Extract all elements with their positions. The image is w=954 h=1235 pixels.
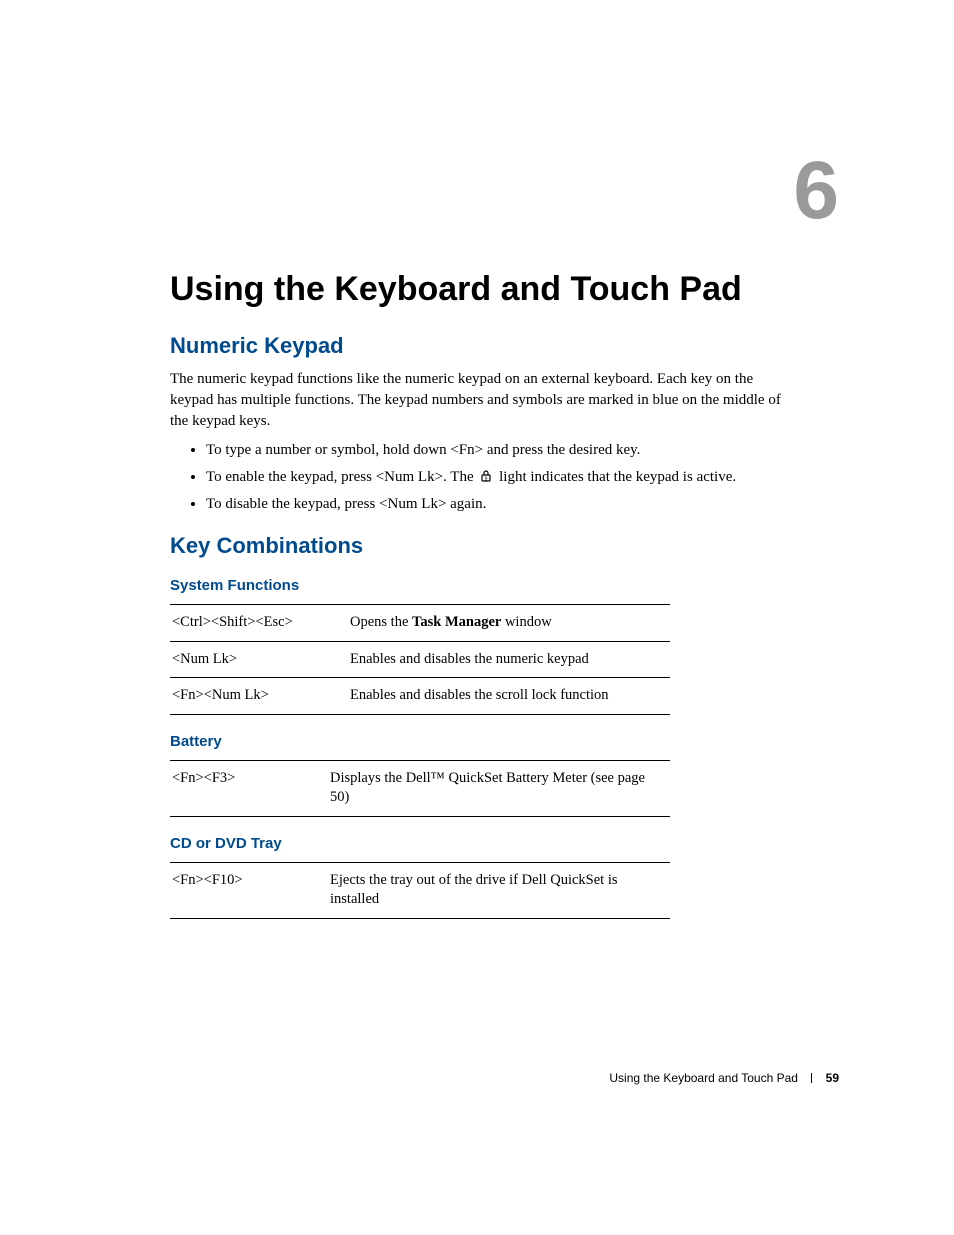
desc-bold: Task Manager — [412, 614, 501, 630]
svg-text:9: 9 — [485, 477, 488, 483]
section-heading-key-combinations: Key Combinations — [170, 533, 784, 559]
system-functions-table: <Ctrl><Shift><Esc> Opens the Task Manage… — [170, 604, 670, 715]
chapter-number: 6 — [793, 150, 839, 232]
subsection-heading-system-functions: System Functions — [170, 577, 784, 594]
table-row: <Fn><F3> Displays the Dell™ QuickSet Bat… — [170, 760, 670, 816]
page-footer: Using the Keyboard and Touch Pad 59 — [609, 1071, 839, 1085]
key-desc-cell: Opens the Task Manager window — [348, 605, 670, 642]
key-combo-cell: <Num Lk> — [170, 641, 348, 678]
key-desc-cell: Enables and disables the numeric keypad — [348, 641, 670, 678]
key-desc-cell: Displays the Dell™ QuickSet Battery Mete… — [328, 760, 670, 816]
table-row: <Fn><F10> Ejects the tray out of the dri… — [170, 862, 670, 918]
subsection-heading-cd-dvd: CD or DVD Tray — [170, 835, 784, 852]
table-row: <Fn><Num Lk> Enables and disables the sc… — [170, 678, 670, 715]
key-combo-cell: <Fn><F3> — [170, 760, 328, 816]
footer-separator — [811, 1073, 812, 1083]
list-item: To disable the keypad, press <Num Lk> ag… — [206, 494, 784, 515]
key-desc-cell: Enables and disables the scroll lock fun… — [348, 678, 670, 715]
list-item: To type a number or symbol, hold down <F… — [206, 440, 784, 461]
table-row: <Ctrl><Shift><Esc> Opens the Task Manage… — [170, 605, 670, 642]
desc-pre: Opens the — [350, 614, 412, 630]
bullet-text-pre: To enable the keypad, press <Num Lk>. Th… — [206, 469, 477, 485]
numlock-icon: 9 — [479, 469, 493, 483]
battery-table: <Fn><F3> Displays the Dell™ QuickSet Bat… — [170, 760, 670, 817]
cd-dvd-table: <Fn><F10> Ejects the tray out of the dri… — [170, 862, 670, 919]
numeric-keypad-intro: The numeric keypad functions like the nu… — [170, 369, 784, 432]
section-heading-numeric-keypad: Numeric Keypad — [170, 333, 784, 359]
table-row: <Num Lk> Enables and disables the numeri… — [170, 641, 670, 678]
desc-post: window — [501, 614, 551, 630]
list-item: To enable the keypad, press <Num Lk>. Th… — [206, 467, 784, 488]
footer-text: Using the Keyboard and Touch Pad — [609, 1071, 798, 1085]
key-desc-cell: Ejects the tray out of the drive if Dell… — [328, 862, 670, 918]
numeric-keypad-bullet-list: To type a number or symbol, hold down <F… — [170, 440, 784, 515]
key-combo-cell: <Ctrl><Shift><Esc> — [170, 605, 348, 642]
document-page: 6 Using the Keyboard and Touch Pad Numer… — [0, 0, 954, 1235]
key-combo-cell: <Fn><F10> — [170, 862, 328, 918]
bullet-text-post: light indicates that the keypad is activ… — [499, 469, 736, 485]
key-combo-cell: <Fn><Num Lk> — [170, 678, 348, 715]
footer-page-number: 59 — [826, 1071, 839, 1085]
subsection-heading-battery: Battery — [170, 733, 784, 750]
page-title: Using the Keyboard and Touch Pad — [170, 270, 784, 309]
